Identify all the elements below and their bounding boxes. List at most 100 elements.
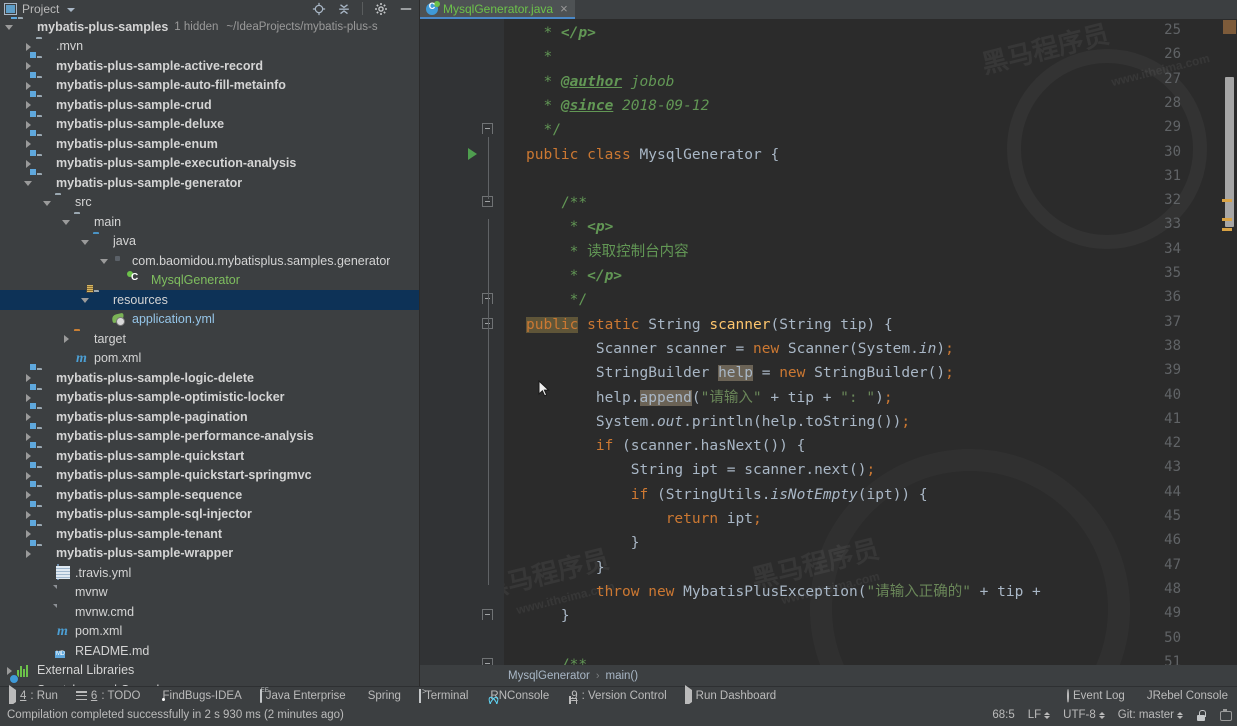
tree-item-mybatis-plus-sample-tenant[interactable]: mybatis-plus-sample-tenant: [0, 524, 419, 544]
stripe-marker[interactable]: [1222, 199, 1232, 202]
disclosure-triangle-icon[interactable]: [80, 294, 91, 305]
tree-item-mybatis-plus-samples[interactable]: mybatis-plus-samples 1 hidden ~/IdeaProjec…: [0, 17, 419, 37]
code-line[interactable]: System.out.println(help.toString());: [526, 410, 910, 434]
tree-item-mybatis-plus-sample-optimistic-locker[interactable]: mybatis-plus-sample-optimistic-locker: [0, 388, 419, 408]
tool-window-button-findbugs-idea[interactable]: FindBugs-IDEA: [150, 687, 251, 705]
tree-item-mybatis-plus-sample-sql-injector[interactable]: mybatis-plus-sample-sql-injector: [0, 505, 419, 525]
tree-item-java[interactable]: java: [0, 232, 419, 252]
tree-item-mybatis-plus-sample-auto-fill-metainfo[interactable]: mybatis-plus-sample-auto-fill-metainfo: [0, 76, 419, 96]
code-line[interactable]: throw new MybatisPlusException("请输入正确的" …: [526, 580, 1050, 604]
breadcrumb-method[interactable]: main(): [605, 670, 638, 682]
code-line[interactable]: * </p>: [526, 21, 595, 45]
error-stripe-marker[interactable]: [1223, 20, 1236, 34]
code-line[interactable]: if (scanner.hasNext()) {: [526, 434, 806, 458]
tree-item-mybatis-plus-sample-quickstart[interactable]: mybatis-plus-sample-quickstart: [0, 446, 419, 466]
project-tree[interactable]: mybatis-plus-samples 1 hidden ~/IdeaProjec…: [0, 17, 419, 686]
tool-window-button-rnconsole[interactable]: RNConsole: [477, 687, 558, 705]
tree-item-com-baomidou-mybatisplus-samples-generator[interactable]: com.baomidou.mybatisplus.samples.generat…: [0, 251, 419, 271]
code-line[interactable]: */: [526, 288, 587, 312]
disclosure-triangle-icon[interactable]: [99, 255, 110, 266]
disclosure-triangle-icon[interactable]: [23, 489, 34, 500]
code-line[interactable]: return ipt;: [526, 507, 762, 531]
disclosure-triangle-icon[interactable]: [23, 41, 34, 52]
disclosure-triangle-icon[interactable]: [23, 528, 34, 539]
tool-window-button-terminal[interactable]: Terminal: [410, 687, 477, 705]
disclosure-triangle-icon[interactable]: [23, 431, 34, 442]
code-line[interactable]: if (StringUtils.isNotEmpty(ipt)) {: [526, 483, 928, 507]
tree-item-mybatis-plus-sample-quickstart-springmvc[interactable]: mybatis-plus-sample-quickstart-springmvc: [0, 466, 419, 486]
git-branch-selector[interactable]: Git: master: [1118, 709, 1183, 721]
tree-item-application-yml[interactable]: application.yml: [0, 310, 419, 330]
tree-item-mybatis-plus-sample-crud[interactable]: mybatis-plus-sample-crud: [0, 95, 419, 115]
lock-icon[interactable]: [1196, 709, 1206, 721]
disclosure-triangle-icon[interactable]: [23, 119, 34, 130]
disclosure-triangle-icon[interactable]: [23, 411, 34, 422]
run-gutter-icon[interactable]: [468, 147, 477, 160]
tree-item-mybatis-plus-sample-performance-analysis[interactable]: mybatis-plus-sample-performance-analysis: [0, 427, 419, 447]
tool-window-button-run[interactable]: 4: Run: [0, 684, 67, 707]
disclosure-triangle-icon[interactable]: [23, 548, 34, 559]
disclosure-triangle-icon[interactable]: [23, 99, 34, 110]
hide-icon[interactable]: [399, 2, 413, 16]
tree-item-mybatis-plus-sample-deluxe[interactable]: mybatis-plus-sample-deluxe: [0, 115, 419, 135]
disclosure-triangle-icon[interactable]: [61, 333, 72, 344]
tool-window-button-run-dashboard[interactable]: Run Dashboard: [676, 684, 786, 707]
line-separator-selector[interactable]: LF: [1028, 709, 1051, 721]
tree-item-src[interactable]: src: [0, 193, 419, 213]
fold-marker-icon[interactable]: [482, 609, 493, 621]
stripe-marker[interactable]: [1222, 228, 1232, 231]
tree-item-mybatis-plus-sample-wrapper[interactable]: mybatis-plus-sample-wrapper: [0, 544, 419, 564]
tree-item-external-libraries[interactable]: External Libraries: [0, 661, 419, 681]
tree-item-mybatis-plus-sample-active-record[interactable]: mybatis-plus-sample-active-record: [0, 56, 419, 76]
code-line[interactable]: * @since 2018-09-12: [526, 94, 709, 118]
project-panel-title-button[interactable]: Project: [4, 2, 76, 16]
chevron-down-icon[interactable]: [67, 7, 76, 12]
code-line[interactable]: * @author jobob: [526, 70, 674, 94]
tool-window-button-java-enterprise[interactable]: Java Enterprise: [251, 687, 355, 705]
disclosure-triangle-icon[interactable]: [23, 158, 34, 169]
tree-item-mybatis-plus-sample-generator[interactable]: mybatis-plus-sample-generator: [0, 173, 419, 193]
disclosure-triangle-icon[interactable]: [23, 60, 34, 71]
code-line[interactable]: * 读取控制台内容: [526, 240, 689, 264]
code-editor[interactable]: 黑马程序员 www.itheima.com 黑马程序员 www.itheima.…: [420, 19, 1237, 665]
tree-item-mybatis-plus-sample-enum[interactable]: mybatis-plus-sample-enum: [0, 134, 419, 154]
tree-item-resources[interactable]: resources: [0, 290, 419, 310]
code-line[interactable]: help.append("请输入" + tip + ": ");: [526, 386, 893, 410]
code-folding-markers[interactable]: [482, 19, 496, 665]
tree-item-main[interactable]: main: [0, 212, 419, 232]
tree-item-readme-md[interactable]: README.md: [0, 641, 419, 661]
editor-vertical-scrollbar[interactable]: [1225, 77, 1234, 227]
code-line[interactable]: Scanner scanner = new Scanner(System.in)…: [526, 337, 954, 361]
disclosure-triangle-icon[interactable]: [23, 372, 34, 383]
disclosure-triangle-icon[interactable]: [80, 236, 91, 247]
disclosure-triangle-icon[interactable]: [23, 80, 34, 91]
tree-item-mysqlgenerator[interactable]: MysqlGenerator: [0, 270, 419, 291]
encoding-selector[interactable]: UTF-8: [1063, 709, 1105, 721]
code-line[interactable]: StringBuilder help = new StringBuilder()…: [526, 361, 954, 385]
code-line[interactable]: */: [526, 118, 560, 142]
tab-mysqlgenerator-java[interactable]: MysqlGenerator.java ×: [420, 0, 575, 19]
fold-marker-icon[interactable]: [482, 657, 493, 665]
disclosure-triangle-icon[interactable]: [23, 450, 34, 461]
code-line[interactable]: *: [526, 45, 552, 69]
code-line[interactable]: }: [526, 531, 640, 555]
disclosure-triangle-icon[interactable]: [42, 197, 53, 208]
disclosure-triangle-icon[interactable]: [23, 392, 34, 403]
disclosure-triangle-icon[interactable]: [23, 138, 34, 149]
code-line[interactable]: }: [526, 556, 605, 580]
tree-item-mybatis-plus-sample-logic-delete[interactable]: mybatis-plus-sample-logic-delete: [0, 368, 419, 388]
tool-window-button-jrebel-console[interactable]: JRebel Console: [1134, 687, 1237, 705]
tree-item-pom-xml[interactable]: m pom.xml: [0, 349, 419, 369]
code-content[interactable]: * </p> * * @author jobob * @since 2018-0…: [504, 19, 1237, 665]
code-line[interactable]: /**: [526, 653, 587, 665]
disclosure-triangle-icon[interactable]: [23, 470, 34, 481]
disclosure-triangle-icon[interactable]: [23, 177, 34, 188]
tree-item-mybatis-plus-sample-pagination[interactable]: mybatis-plus-sample-pagination: [0, 407, 419, 427]
locate-icon[interactable]: [312, 2, 326, 16]
disclosure-triangle-icon[interactable]: [23, 509, 34, 520]
collapse-all-icon[interactable]: [337, 2, 351, 16]
tree-item-mybatis-plus-sample-sequence[interactable]: mybatis-plus-sample-sequence: [0, 485, 419, 505]
fold-marker-icon[interactable]: [482, 123, 493, 135]
code-line[interactable]: public static String scanner(String tip)…: [526, 313, 893, 337]
close-icon[interactable]: ×: [560, 2, 568, 15]
